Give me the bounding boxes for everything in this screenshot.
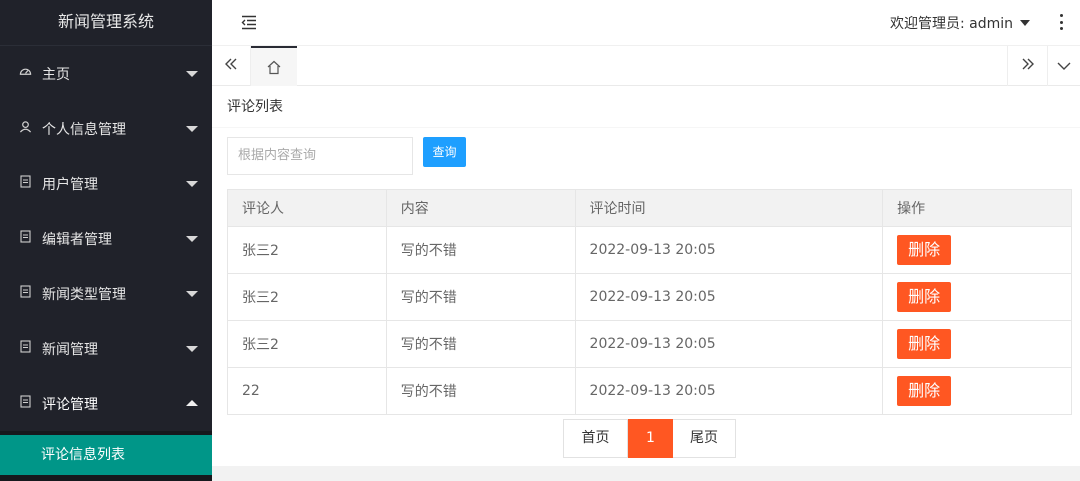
comment-card: 评论列表 根据内容查询 查询 评论人 内容 评论时间 操作 张三2 写的不错 2…: [212, 86, 1080, 466]
chevron-up-icon: [186, 400, 198, 406]
table-row: 张三2 写的不错 2022-09-13 20:05 删除: [227, 320, 1072, 368]
cell-content: 写的不错: [385, 226, 576, 274]
double-chevron-left-icon: [225, 58, 237, 70]
sidebar-item-news-types[interactable]: 新闻类型管理: [0, 266, 212, 321]
cell-time: 2022-09-13 20:05: [574, 226, 884, 274]
table-row: 22 写的不错 2022-09-13 20:05 删除: [227, 367, 1072, 415]
table-row: 张三2 写的不错 2022-09-13 20:05 删除: [227, 273, 1072, 321]
file-icon: [16, 230, 34, 247]
app-root: 新闻管理系统 主页 个人信息管理 用户管理 编辑者管理 新闻类型管理 新闻管理 …: [0, 0, 1080, 481]
chevron-down-icon: [186, 71, 198, 77]
search-button[interactable]: 查询: [423, 137, 466, 167]
table-header-row: 评论人 内容 评论时间 操作: [227, 189, 1072, 227]
last-page-button[interactable]: 尾页: [673, 419, 736, 458]
sidebar-item-users[interactable]: 用户管理: [0, 156, 212, 211]
chevron-down-icon: [186, 236, 198, 242]
file-icon: [16, 285, 34, 302]
tabs-bar: [212, 46, 1080, 86]
column-header: 评论时间: [574, 189, 884, 227]
sidebar-item-label: 用户管理: [42, 176, 98, 193]
menu-fold-icon[interactable]: [241, 14, 257, 30]
delete-button[interactable]: 删除: [897, 329, 952, 359]
more-vertical-icon[interactable]: [1059, 14, 1063, 30]
cell-time: 2022-09-13 20:05: [574, 320, 884, 368]
table-row: 张三2 写的不错 2022-09-13 20:05 删除: [227, 226, 1072, 274]
sidebar-item-comments[interactable]: 评论管理: [0, 376, 212, 431]
chevron-down-icon: [186, 346, 198, 352]
sidebar-subitem-comment-list[interactable]: 评论信息列表: [0, 435, 212, 475]
sidebar: 新闻管理系统 主页 个人信息管理 用户管理 编辑者管理 新闻类型管理 新闻管理 …: [0, 0, 212, 481]
cell-content: 写的不错: [385, 320, 576, 368]
main-content: 评论列表 根据内容查询 查询 评论人 内容 评论时间 操作 张三2 写的不错 2…: [212, 86, 1080, 481]
first-page-button[interactable]: 首页: [563, 419, 628, 458]
sidebar-item-label: 评论管理: [42, 396, 98, 413]
welcome-text: 欢迎管理员: admin: [889, 16, 1013, 32]
tab-home[interactable]: [251, 46, 297, 86]
search-input[interactable]: 根据内容查询: [227, 137, 413, 175]
cell-action: 删除: [882, 273, 1072, 321]
file-icon: [16, 340, 34, 357]
sidebar-item-profile[interactable]: 个人信息管理: [0, 101, 212, 156]
column-header: 内容: [385, 189, 576, 227]
cell-user: 张三2: [227, 273, 387, 321]
cell-action: 删除: [882, 226, 1072, 274]
cell-content: 写的不错: [385, 367, 576, 415]
delete-button[interactable]: 删除: [897, 376, 952, 406]
cell-user: 张三2: [227, 320, 387, 368]
cell-user: 张三2: [227, 226, 387, 274]
tabs-scroll-right-button[interactable]: [1007, 46, 1047, 86]
double-chevron-right-icon: [1022, 58, 1034, 70]
sidebar-item-label: 新闻类型管理: [42, 286, 126, 303]
chevron-down-icon: [186, 181, 198, 187]
app-title: 新闻管理系统: [0, 0, 212, 46]
sidebar-item-news[interactable]: 新闻管理: [0, 321, 212, 376]
cell-time: 2022-09-13 20:05: [574, 367, 884, 415]
tabs-dropdown-button[interactable]: [1047, 46, 1080, 86]
page-title: 评论列表: [212, 86, 1080, 128]
top-header: 欢迎管理员: admin: [212, 0, 1080, 46]
caret-down-icon: [1020, 20, 1030, 26]
comment-table: 评论人 内容 评论时间 操作 张三2 写的不错 2022-09-13 20:05…: [227, 189, 1072, 415]
sidebar-item-home[interactable]: 主页: [0, 46, 212, 101]
sidebar-item-label: 个人信息管理: [42, 121, 126, 138]
file-icon: [16, 395, 34, 412]
home-icon: [267, 60, 281, 74]
cell-content: 写的不错: [385, 273, 576, 321]
chevron-down-icon: [1057, 62, 1071, 70]
user-menu[interactable]: 欢迎管理员: admin: [890, 13, 1030, 33]
chevron-down-icon: [186, 126, 198, 132]
cell-user: 22: [227, 367, 387, 415]
tabs-scroll-left-button[interactable]: [212, 46, 251, 86]
pagination: 首页 1 尾页: [563, 419, 736, 458]
dashboard-icon: [16, 65, 34, 82]
cell-action: 删除: [882, 367, 1072, 415]
cell-time: 2022-09-13 20:05: [574, 273, 884, 321]
sidebar-item-label: 编辑者管理: [42, 231, 112, 248]
cell-action: 删除: [882, 320, 1072, 368]
sidebar-item-label: 主页: [42, 66, 70, 83]
chevron-down-icon: [186, 291, 198, 297]
column-header: 评论人: [227, 189, 387, 227]
sidebar-submenu: 评论信息列表: [0, 431, 212, 481]
current-page-button[interactable]: 1: [628, 419, 673, 458]
file-icon: [16, 175, 34, 192]
user-icon: [16, 120, 34, 137]
sidebar-item-editors[interactable]: 编辑者管理: [0, 211, 212, 266]
delete-button[interactable]: 删除: [897, 282, 952, 312]
column-header: 操作: [882, 189, 1072, 227]
sidebar-item-label: 新闻管理: [42, 341, 98, 358]
delete-button[interactable]: 删除: [897, 235, 952, 265]
